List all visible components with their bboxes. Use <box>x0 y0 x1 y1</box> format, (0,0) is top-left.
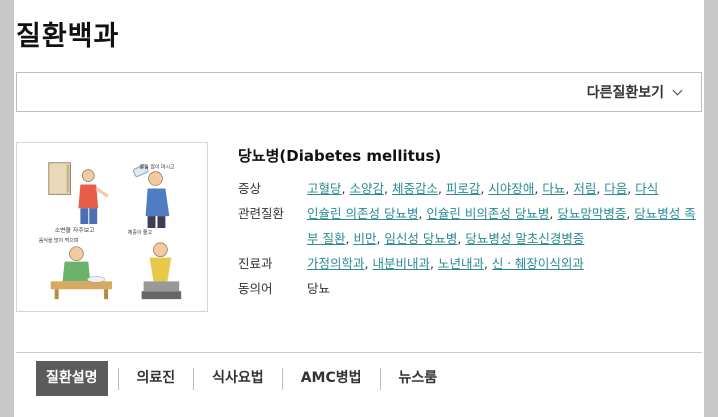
symptoms-list: 고혈당, 소양감, 체중감소, 피로감, 시야장애, 다뇨, 저림, 다음, 다… <box>307 181 659 196</box>
disease-name: 당뇨병(Diabetes mellitus) <box>238 147 442 165</box>
symptom-link[interactable]: 다식 <box>635 181 658 196</box>
symptoms-row: 증상 고혈당, 소양감, 체중감소, 피로감, 시야장애, 다뇨, 저림, 다음… <box>238 176 708 201</box>
caption-3: 음식을 많이 먹으며 <box>39 237 78 244</box>
other-disease-dropdown[interactable]: 다른질환보기 <box>586 82 683 102</box>
related-link[interactable]: 비만 <box>353 231 376 246</box>
symptom-link[interactable]: 저림 <box>573 181 596 196</box>
tab-medical-staff[interactable]: 의료진 <box>119 361 194 396</box>
symptom-link[interactable]: 체중감소 <box>392 181 438 196</box>
tab-diet-therapy[interactable]: 식사요법 <box>194 361 282 396</box>
dept-link[interactable]: 노년내과 <box>438 256 484 271</box>
related-link[interactable]: 당뇨망막병증 <box>557 206 626 221</box>
page-content: 질환백과 다른질환보기 소변을 자주보고 물을 많이 마시고 음식을 많이 먹으… <box>14 0 704 417</box>
synonym-value: 당뇨 <box>307 281 331 296</box>
symptom-link[interactable]: 다뇨 <box>542 181 565 196</box>
dept-list: 가정의학과, 내분비내과, 노년내과, 신ㆍ췌장이식외과 <box>307 256 584 271</box>
related-list: 인슐린 의존성 당뇨병, 인슐린 비의존성 당뇨병, 당뇨망막병증, 당뇨병성 … <box>307 206 696 246</box>
caption-4: 체중이 줄고 <box>128 229 153 236</box>
viewport-frame: 질환백과 다른질환보기 소변을 자주보고 물을 많이 마시고 음식을 많이 먹으… <box>0 0 718 417</box>
dept-link[interactable]: 내분비내과 <box>372 256 430 271</box>
related-link[interactable]: 인슐린 비의존성 당뇨병 <box>426 206 549 221</box>
related-link[interactable]: 인슐린 의존성 당뇨병 <box>307 206 418 221</box>
tab-newsroom[interactable]: 뉴스룸 <box>381 361 456 396</box>
dept-row: 진료과 가정의학과, 내분비내과, 노년내과, 신ㆍ췌장이식외과 <box>238 251 708 276</box>
other-disease-bar: 다른질환보기 <box>16 72 702 112</box>
synonym-row: 동의어 당뇨 <box>238 276 708 301</box>
symptom-link[interactable]: 시야장애 <box>488 181 534 196</box>
chevron-down-icon <box>672 85 683 95</box>
related-link[interactable]: 당뇨병성 말초신경병증 <box>465 231 584 246</box>
dept-link[interactable]: 가정의학과 <box>307 256 365 271</box>
tab-disease-description[interactable]: 질환설명 <box>36 361 108 396</box>
disease-illustration: 소변을 자주보고 물을 많이 마시고 음식을 많이 먹으며 체중이 줄고 <box>16 142 208 312</box>
caption-2: 물을 많이 마시고 <box>140 164 175 171</box>
symptom-link[interactable]: 고혈당 <box>307 181 342 196</box>
other-disease-label: 다른질환보기 <box>586 85 664 101</box>
tab-amc-method[interactable]: AMC병법 <box>283 361 380 396</box>
disease-info: 증상 고혈당, 소양감, 체중감소, 피로감, 시야장애, 다뇨, 저림, 다음… <box>238 176 708 301</box>
related-link[interactable]: 임신성 당뇨병 <box>384 231 457 246</box>
caption-1: 소변을 자주보고 <box>55 226 95 234</box>
symptom-link[interactable]: 소양감 <box>349 181 384 196</box>
dept-label: 진료과 <box>238 256 273 271</box>
page-title: 질환백과 <box>16 21 120 52</box>
symptom-link[interactable]: 피로감 <box>446 181 481 196</box>
related-label: 관련질환 <box>238 206 285 221</box>
symptoms-label: 증상 <box>238 181 262 196</box>
tab-bar: 질환설명 의료진 식사요법 AMC병법 뉴스룸 <box>16 352 702 407</box>
synonym-label: 동의어 <box>238 281 273 296</box>
related-row: 관련질환 인슐린 의존성 당뇨병, 인슐린 비의존성 당뇨병, 당뇨망막병증, … <box>238 201 708 251</box>
dept-link[interactable]: 신ㆍ췌장이식외과 <box>492 256 584 271</box>
symptom-link[interactable]: 다음 <box>604 181 627 196</box>
